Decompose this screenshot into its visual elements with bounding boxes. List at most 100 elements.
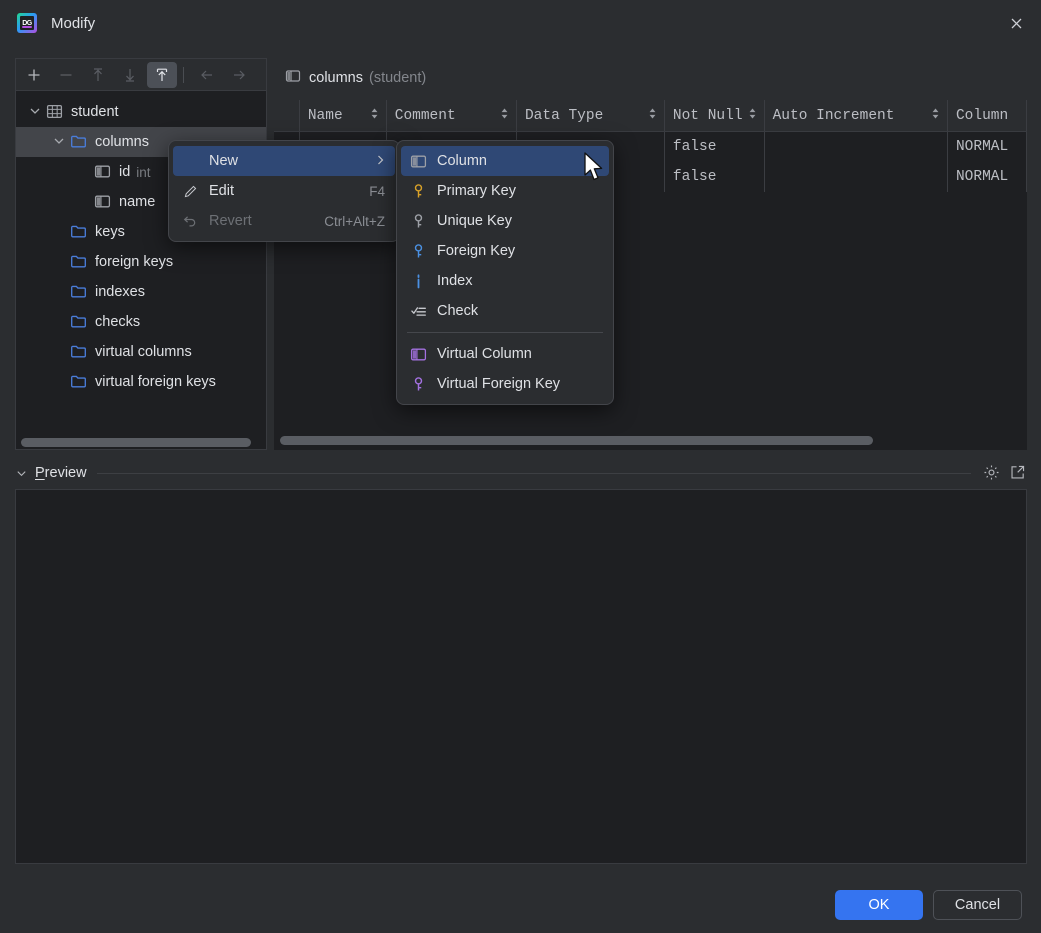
- sort-indicator-icon[interactable]: [931, 106, 940, 125]
- check-constraint-icon: [409, 302, 427, 320]
- pencil-icon: [181, 182, 199, 200]
- tree-chevron-placeholder: [52, 254, 68, 270]
- revert-icon: [181, 212, 199, 230]
- tree-chevron-placeholder: [52, 284, 68, 300]
- column-icon: [409, 152, 427, 170]
- tree-item-label: keys: [95, 224, 125, 240]
- grid-header-data-type[interactable]: Data Type: [517, 100, 665, 131]
- tree-item-checks[interactable]: checks: [16, 307, 266, 337]
- modify-dialog: DG Modify student columns id int name ke…: [0, 0, 1041, 933]
- grid-header-not-null[interactable]: Not Null: [665, 100, 765, 131]
- unique-key-icon: [409, 212, 427, 230]
- context-menu-label-new: New: [209, 153, 239, 169]
- chevron-down-icon[interactable]: [52, 134, 68, 150]
- context-menu-shortcut-edit: F4: [369, 183, 385, 199]
- collapse-button[interactable]: [147, 61, 177, 88]
- grid-cell-auto_increment[interactable]: [765, 132, 948, 162]
- column-icon: [94, 163, 112, 181]
- forward-button[interactable]: [224, 62, 254, 88]
- preview-mnemonic: P: [35, 465, 45, 481]
- submenu-item-label: Check: [437, 303, 479, 319]
- tree-item-indexes[interactable]: indexes: [16, 277, 266, 307]
- tree-horizontal-scrollbar[interactable]: [21, 438, 251, 447]
- folder-icon: [70, 373, 88, 391]
- tree-item-virtual-foreign-keys[interactable]: virtual foreign keys: [16, 367, 266, 397]
- context-menu-item-new[interactable]: New: [173, 146, 395, 176]
- preview-label[interactable]: Preview: [35, 465, 87, 481]
- tree-item-student[interactable]: student: [16, 97, 266, 127]
- grid-title: columns: [309, 70, 363, 86]
- close-icon[interactable]: [999, 6, 1033, 40]
- grid-header-label: Column: [955, 107, 1009, 124]
- preview-content-area[interactable]: [15, 489, 1027, 864]
- mouse-cursor: [583, 152, 605, 189]
- sort-indicator-icon[interactable]: [748, 106, 757, 125]
- sort-indicator-icon[interactable]: [500, 106, 509, 125]
- sort-indicator-icon[interactable]: [370, 106, 379, 125]
- submenu-item-primary-key[interactable]: Primary Key: [401, 176, 609, 206]
- context-menu[interactable]: New Edit F4 Revert Ctrl+Alt+Z: [168, 140, 400, 242]
- submenu-item-label: Primary Key: [437, 183, 516, 199]
- cancel-button[interactable]: Cancel: [933, 890, 1022, 920]
- grid-header-name[interactable]: Name: [300, 100, 387, 131]
- submenu-item-check[interactable]: Check: [401, 296, 609, 326]
- window-title: Modify: [51, 14, 96, 32]
- grid-header-column[interactable]: Column: [948, 100, 1027, 131]
- grid-cell-value: false: [672, 169, 717, 185]
- submenu-item-label: Column: [437, 153, 487, 169]
- ok-button[interactable]: OK: [835, 890, 923, 920]
- chevron-down-icon[interactable]: [28, 104, 44, 120]
- context-menu-item-edit[interactable]: Edit F4: [173, 176, 395, 206]
- grid-horizontal-scrollbar[interactable]: [280, 436, 873, 445]
- submenu-item-unique-key[interactable]: Unique Key: [401, 206, 609, 236]
- preview-section-header: Preview: [15, 460, 1027, 486]
- folder-icon: [70, 343, 88, 361]
- tree-item-foreign-keys[interactable]: foreign keys: [16, 247, 266, 277]
- new-icon: [181, 152, 199, 170]
- back-button[interactable]: [192, 62, 222, 88]
- grid-subtitle: (student): [369, 70, 427, 86]
- folder-icon: [70, 313, 88, 331]
- tree-item-virtual-columns[interactable]: virtual columns: [16, 337, 266, 367]
- tree-item-label: id: [119, 164, 131, 180]
- submenu-separator: [407, 332, 603, 333]
- grid-header-label: Name: [307, 107, 343, 124]
- grid-header-label: Data Type: [524, 107, 604, 124]
- grid-header-rownum[interactable]: [274, 100, 300, 131]
- folder-icon: [70, 253, 88, 271]
- submenu-item-column[interactable]: Column: [401, 146, 609, 176]
- chevron-down-icon[interactable]: [15, 467, 31, 480]
- submenu-item-foreign-key[interactable]: Foreign Key: [401, 236, 609, 266]
- tree-item-type: int: [136, 164, 151, 180]
- tree-chevron-placeholder: [76, 164, 92, 180]
- table-icon: [46, 103, 64, 121]
- grid-cell-column[interactable]: NORMAL: [948, 132, 1027, 162]
- title-bar: DG Modify: [0, 0, 1041, 46]
- grid-header-comment[interactable]: Comment: [387, 100, 517, 131]
- gear-icon[interactable]: [983, 464, 1001, 482]
- grid-cell-column[interactable]: NORMAL: [948, 162, 1027, 192]
- grid-cell-not_null[interactable]: false: [665, 132, 765, 162]
- remove-button[interactable]: [51, 62, 81, 88]
- toolbar-separator: [183, 66, 184, 83]
- open-external-icon[interactable]: [1009, 464, 1027, 482]
- move-up-button[interactable]: [83, 62, 113, 88]
- grid-header-auto-increment[interactable]: Auto Increment: [765, 100, 948, 131]
- submenu-item-virtual-foreign-key[interactable]: Virtual Foreign Key: [401, 369, 609, 399]
- grid-cell-auto_increment[interactable]: [765, 162, 948, 192]
- foreign-key-icon: [409, 242, 427, 260]
- context-menu-shortcut-revert: Ctrl+Alt+Z: [324, 213, 385, 229]
- grid-cell-not_null[interactable]: false: [665, 162, 765, 192]
- folder-icon: [70, 283, 88, 301]
- tree-toolbar: [15, 58, 267, 90]
- move-down-button[interactable]: [115, 62, 145, 88]
- new-submenu[interactable]: Column Primary Key Unique Key Foreign Key In…: [396, 140, 614, 405]
- submenu-item-label: Virtual Column: [437, 346, 532, 362]
- preview-actions: [983, 464, 1027, 482]
- tree-item-label: virtual foreign keys: [95, 374, 216, 390]
- submenu-item-index[interactable]: Index: [401, 266, 609, 296]
- add-button[interactable]: [19, 62, 49, 88]
- sort-indicator-icon[interactable]: [648, 106, 657, 125]
- tree-chevron-placeholder: [52, 314, 68, 330]
- submenu-item-virtual-column[interactable]: Virtual Column: [401, 339, 609, 369]
